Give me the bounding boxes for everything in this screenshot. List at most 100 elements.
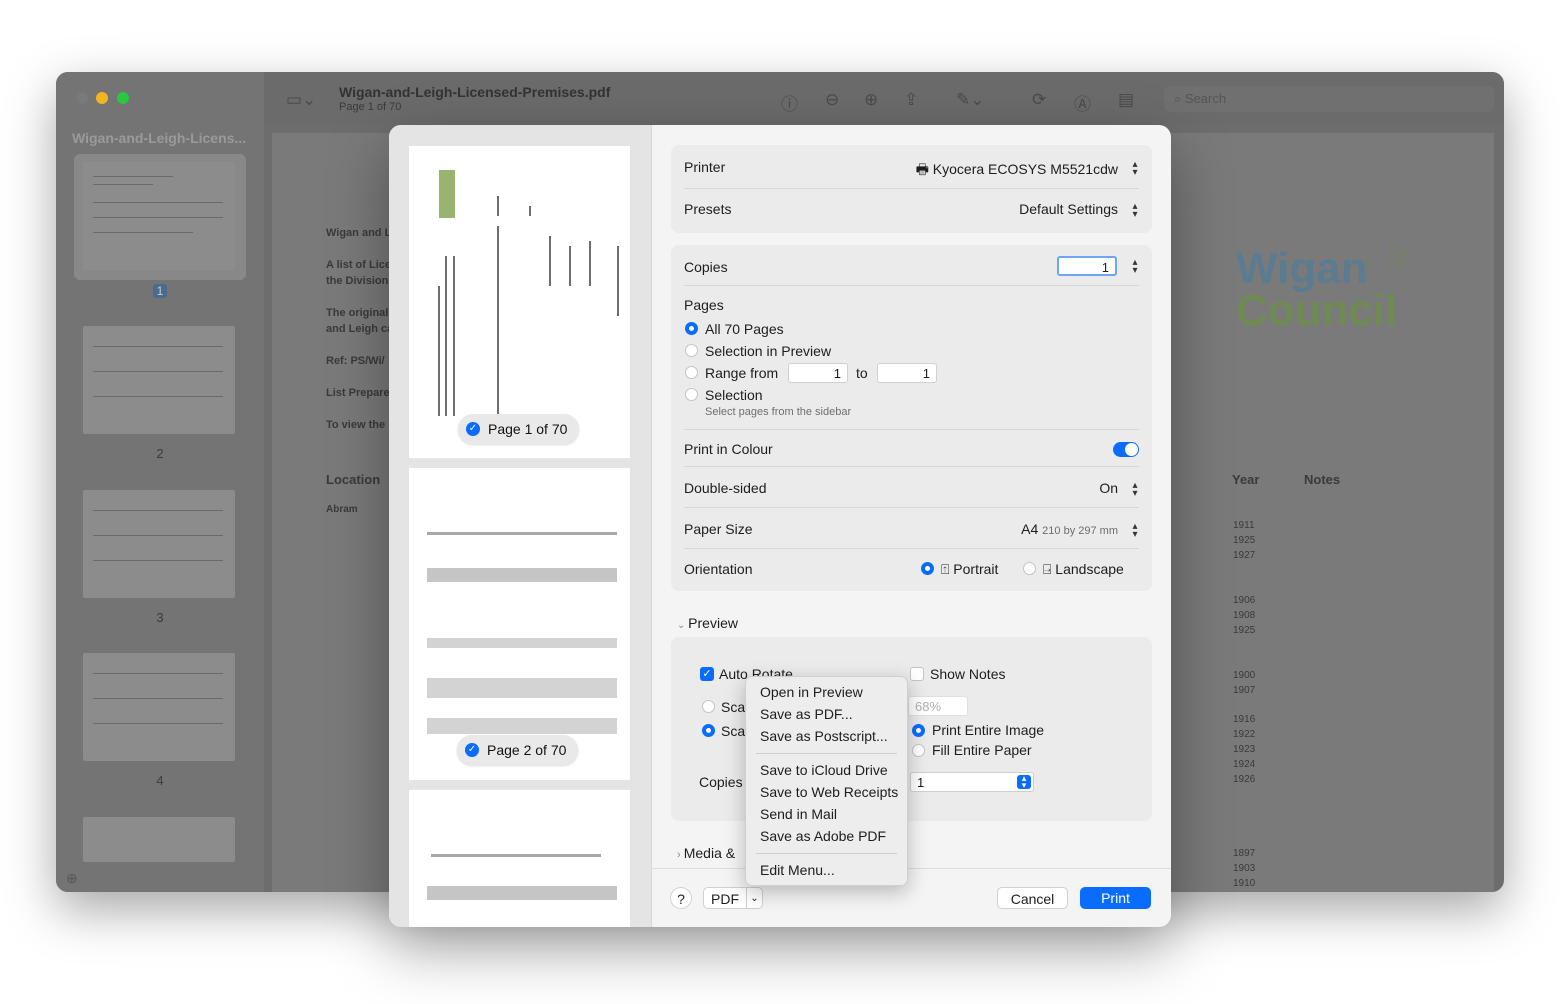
pdf-button[interactable]: PDF xyxy=(703,887,747,909)
menu-item-send-in-mail[interactable]: Send in Mail xyxy=(760,806,837,822)
doc-line: Wigan and L xyxy=(326,227,392,239)
pages-all-label: All 70 Pages xyxy=(705,321,784,337)
year-group: 1900 1907 xyxy=(1233,670,1256,696)
add-icon[interactable]: ⊕ xyxy=(66,870,78,887)
menu-item-save-as-postscript[interactable]: Save as Postscript... xyxy=(760,728,888,744)
scale-to-fit-radio[interactable] xyxy=(702,724,715,737)
page-thumbnail-4[interactable] xyxy=(83,653,235,761)
paper-size-chevron-icon[interactable]: ▴ ▾ xyxy=(1128,522,1142,540)
printer-chevron-icon[interactable]: ▴ ▾ xyxy=(1128,160,1142,178)
logo-mark xyxy=(439,170,455,218)
menu-item-edit-menu[interactable]: Edit Menu... xyxy=(760,862,835,878)
printer-select[interactable]: 🖶 Kyocera ECOSYS M5521cdw xyxy=(916,159,1118,183)
cancel-button[interactable]: Cancel xyxy=(997,887,1068,909)
document-page-indicator: Page 1 of 70 xyxy=(339,101,402,113)
preview-page-3[interactable] xyxy=(409,790,630,927)
scale-radio[interactable] xyxy=(702,700,715,713)
zoom-out-icon[interactable]: ⊖ xyxy=(825,90,839,110)
info-icon[interactable]: ⓘ xyxy=(781,90,798,115)
media-section-header[interactable]: › Media & xyxy=(677,845,735,861)
page-badge-2[interactable]: ✓ Page 2 of 70 xyxy=(457,735,579,765)
zoom-in-icon[interactable]: ⊕ xyxy=(864,90,878,110)
preview-page-2[interactable] xyxy=(409,468,630,780)
double-sided-chevron-icon[interactable]: ▴ ▾ xyxy=(1128,481,1142,499)
pages-selection-note: Select pages from the sidebar xyxy=(705,406,852,418)
page-thumbnail-2[interactable] xyxy=(83,326,235,434)
help-button[interactable]: ? xyxy=(670,887,692,909)
notes-header: Notes xyxy=(1304,472,1341,487)
heart-icon: ♡ xyxy=(1386,244,1410,274)
paper-size-select[interactable]: A4 210 by 297 mm xyxy=(1021,521,1118,537)
presets-select[interactable]: Default Settings xyxy=(1019,201,1118,217)
show-notes-checkbox[interactable] xyxy=(910,667,924,681)
fill-entire-paper-radio[interactable] xyxy=(912,744,925,757)
page-thumbnail-1[interactable] xyxy=(83,162,235,270)
portrait-radio[interactable] xyxy=(921,562,934,575)
preview-page-1[interactable] xyxy=(409,146,630,458)
thumbnail-number-3: 3 xyxy=(156,610,164,625)
zoom-button[interactable] xyxy=(117,92,129,104)
thumbnail-number-4: 4 xyxy=(156,773,164,788)
pages-selection-preview-radio[interactable] xyxy=(685,344,698,357)
fill-entire-paper-label: Fill Entire Paper xyxy=(932,742,1032,758)
presets-chevron-icon[interactable]: ▴ ▾ xyxy=(1128,202,1142,220)
pdf-menu: Open in Preview Save as PDF... Save as P… xyxy=(745,676,908,886)
form-fill-icon[interactable]: ▤ xyxy=(1118,90,1134,110)
copies-per-page-label: Copies xyxy=(699,774,743,790)
colour-toggle[interactable] xyxy=(1113,442,1139,457)
year-header: Year xyxy=(1232,472,1260,487)
preview-section-header[interactable]: ⌄ Preview xyxy=(677,615,738,631)
auto-rotate-checkbox[interactable]: ✓ xyxy=(700,667,714,681)
pages-selection-preview-label: Selection in Preview xyxy=(705,343,832,359)
pages-selection-radio[interactable] xyxy=(685,388,698,401)
doc-line: the Division xyxy=(326,275,389,287)
presets-label: Presets xyxy=(684,201,732,217)
document-title: Wigan-and-Leigh-Licensed-Premises.pdf xyxy=(339,84,611,100)
close-button[interactable] xyxy=(76,92,88,104)
page-thumbnail-3[interactable] xyxy=(83,490,235,598)
markup-pen-icon[interactable]: ✎⌄ xyxy=(956,90,985,110)
page-thumbnail-5[interactable] xyxy=(83,817,235,862)
scale-percent-field[interactable]: 68% xyxy=(908,696,968,716)
print-button[interactable]: Print xyxy=(1080,887,1151,909)
menu-item-save-as-pdf[interactable]: Save as PDF... xyxy=(760,706,853,722)
show-notes-label: Show Notes xyxy=(930,666,1006,682)
annotate-icon[interactable]: Ⓐ xyxy=(1074,90,1091,115)
page-badge-1[interactable]: ✓ Page 1 of 70 xyxy=(458,414,580,444)
menu-item-save-to-web-receipts[interactable]: Save to Web Receipts xyxy=(760,784,898,800)
range-to-field[interactable]: 1 xyxy=(877,363,937,383)
colour-label: Print in Colour xyxy=(684,441,773,457)
menu-item-open-in-preview[interactable]: Open in Preview xyxy=(760,684,863,700)
menu-item-save-to-icloud[interactable]: Save to iCloud Drive xyxy=(760,762,888,778)
double-sided-label: Double-sided xyxy=(684,480,767,496)
copies-field[interactable]: 1 xyxy=(1057,256,1117,276)
print-entire-image-radio[interactable] xyxy=(912,724,925,737)
print-entire-image-label: Print Entire Image xyxy=(932,722,1045,738)
wigan-council-logo: Wigan Council xyxy=(1236,244,1398,335)
double-sided-select[interactable]: On xyxy=(1099,480,1118,496)
range-from-field[interactable]: 1 xyxy=(788,363,848,383)
pages-range-label: Range from xyxy=(705,365,779,381)
minimize-button[interactable] xyxy=(96,92,108,104)
pdf-menu-chevron-icon[interactable]: ⌄ xyxy=(746,887,763,909)
checkmark-icon: ✓ xyxy=(465,743,479,758)
copies-stepper[interactable]: ▴ ▾ xyxy=(1128,258,1142,276)
location-header: Location xyxy=(326,472,381,487)
doc-line: To view the xyxy=(326,419,386,431)
printer-card: Printer 🖶 Kyocera ECOSYS M5521cdw ▴ ▾ Pre… xyxy=(671,145,1152,233)
sidebar-toggle-icon[interactable]: ▭⌄ xyxy=(286,90,316,110)
share-icon[interactable]: ⇪ xyxy=(904,90,918,110)
copies-label: Copies xyxy=(684,259,728,275)
pages-range-radio[interactable] xyxy=(685,366,698,379)
chevron-down-icon: ⌄ xyxy=(677,620,689,631)
search-field[interactable]: ⌕ Search xyxy=(1164,86,1494,112)
year-group: 1916 1922 1923 1924 1926 xyxy=(1233,714,1256,785)
pages-all-radio[interactable] xyxy=(685,322,698,335)
rotate-icon[interactable]: ⟳ xyxy=(1032,90,1046,110)
thumbnail-sidebar: Wigan-and-Leigh-Licens... 1 2 3 4 ⊕ xyxy=(56,72,264,892)
copies-per-page-select[interactable]: 1 xyxy=(910,772,1034,792)
landscape-radio[interactable] xyxy=(1023,562,1036,575)
menu-item-save-as-adobe-pdf[interactable]: Save as Adobe PDF xyxy=(760,828,886,844)
copies-per-page-chevron-icon[interactable]: ▴ ▾ xyxy=(1017,774,1031,790)
year-group: 1906 1908 1925 xyxy=(1233,595,1256,636)
